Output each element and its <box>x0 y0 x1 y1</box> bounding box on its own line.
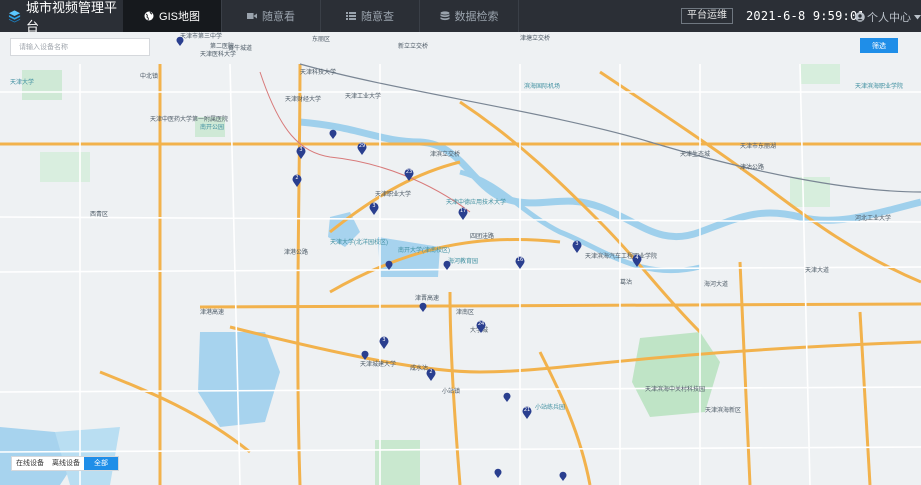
map-park-area <box>632 332 720 417</box>
map-label: 新立立交桥 <box>398 44 429 50</box>
map-label: 天津滨海汽车工程职业学院 <box>585 254 658 260</box>
device-cluster-marker[interactable]: 3 <box>296 146 306 159</box>
map-label: 小站镇 <box>442 389 461 395</box>
map-label: 津沽公路 <box>740 165 765 171</box>
map-label: 天津市第三中学 <box>180 34 223 40</box>
user-menu-label: 个人中心 <box>867 12 911 24</box>
map-label: 天津市东丽湖 <box>740 144 777 150</box>
map-label: 天津科技大学 <box>300 70 337 76</box>
list-icon <box>346 12 356 20</box>
tab-data-retrieval[interactable]: 数据检索 <box>420 0 519 32</box>
app-logo-icon <box>8 10 21 23</box>
filter-all-devices[interactable]: 全部 <box>84 457 118 470</box>
map-label: 小站练兵园 <box>535 405 566 411</box>
device-cluster-marker[interactable]: 17 <box>458 207 468 220</box>
app-title: 城市视频管理平台 <box>26 0 118 34</box>
map-label: 海河教育园 <box>448 259 479 265</box>
user-center-menu[interactable]: 个人中心 <box>855 9 921 25</box>
device-cluster-marker[interactable]: 21 <box>522 406 532 419</box>
device-cluster-marker[interactable]: 23 <box>404 168 414 181</box>
device-status-filter: 在线设备 离线设备 全部 <box>11 456 119 471</box>
map-label: 天津财经大学 <box>285 97 322 103</box>
tab-free-search[interactable]: 随意查 <box>321 0 420 32</box>
map-park-area <box>40 152 90 182</box>
device-marker-icon[interactable] <box>328 127 338 140</box>
map-label: 天津生态城 <box>680 152 711 158</box>
map-label: 津港高速 <box>200 310 225 316</box>
filter-button[interactable]: 筛选 <box>860 38 898 53</box>
device-marker-icon[interactable] <box>442 258 452 271</box>
video-camera-icon <box>247 13 257 19</box>
filter-offline-devices[interactable]: 离线设备 <box>48 457 84 470</box>
device-cluster-marker[interactable]: 4 <box>632 254 642 267</box>
top-navigation-bar: 城市视频管理平台 GIS地图 随意看 随意查 数据检索 平台运维 2021-6-… <box>0 0 921 34</box>
device-marker-icon[interactable] <box>175 34 185 47</box>
globe-icon <box>144 11 154 21</box>
map-label: 天津大学 <box>10 80 35 86</box>
device-marker-icon[interactable] <box>558 469 568 482</box>
map-label: 天津滨海新区 <box>705 408 742 414</box>
device-cluster-marker[interactable]: 24 <box>476 320 486 333</box>
map-label: 天津职业大学 <box>375 192 412 198</box>
platform-ops-button[interactable]: 平台运维 <box>681 8 733 24</box>
tab-label: 数据检索 <box>454 11 499 23</box>
device-marker-icon[interactable] <box>384 258 394 271</box>
tab-label: GIS地图 <box>159 11 200 23</box>
device-search-input[interactable] <box>10 38 150 56</box>
map-label: 天津大道 <box>805 268 830 274</box>
device-cluster-marker[interactable]: 3 <box>379 336 389 349</box>
map-label: 海河大道 <box>704 282 729 288</box>
map-highways <box>0 63 921 485</box>
map-label: 四团洼路 <box>470 234 495 240</box>
map-label: 南开大学(津南校区) <box>398 248 450 254</box>
current-datetime: 2021-6-8 9:59:01 <box>746 9 865 23</box>
map-label: 滨海国际机场 <box>524 84 561 90</box>
map-label: 葛沽 <box>620 280 633 286</box>
device-cluster-marker[interactable]: 16 <box>515 256 525 269</box>
map-label: 天津滨海职业学院 <box>855 84 904 90</box>
map-park-area <box>790 177 830 207</box>
map-label: 天津工业大学 <box>345 94 382 100</box>
map-label: 天津城建大学 <box>360 362 397 368</box>
map-label: 天津大学(北洋园校区) <box>330 240 388 246</box>
tab-gis-map[interactable]: GIS地图 <box>123 0 222 32</box>
device-cluster-marker[interactable]: 3 <box>572 240 582 253</box>
device-marker-icon[interactable] <box>502 390 512 403</box>
device-cluster-marker[interactable]: 2 <box>292 174 302 187</box>
map-label: 津滨立交桥 <box>430 152 461 158</box>
map-label: 西青区 <box>90 212 109 218</box>
device-marker-icon[interactable] <box>418 300 428 313</box>
device-cluster-marker[interactable]: 3 <box>369 202 379 215</box>
tab-label: 随意查 <box>361 11 394 23</box>
chevron-down-icon <box>914 14 921 19</box>
map-label: 津塘立交桥 <box>520 36 551 42</box>
map-label: 中北镇 <box>140 74 159 80</box>
map-park-area <box>800 64 840 84</box>
app-brand[interactable]: 城市视频管理平台 <box>0 0 123 34</box>
map-label: 东丽区 <box>312 37 331 43</box>
database-icon <box>440 11 449 21</box>
device-cluster-marker[interactable]: 2 <box>426 368 436 381</box>
gis-map[interactable]: 天津市第三中学 第二医院 天津医科大学 黄牛城道 东丽区 新立立交桥 津塘立交桥… <box>0 32 921 485</box>
map-local-roads <box>0 63 921 485</box>
map-label: 津南区 <box>456 310 475 316</box>
map-label: 津港公路 <box>284 250 309 256</box>
map-label: 天津中德应用技术大学 <box>446 200 507 206</box>
map-label: 河北工业大学 <box>855 216 892 222</box>
map-label: 天津医科大学 <box>200 52 237 58</box>
device-marker-icon[interactable] <box>360 348 370 361</box>
map-label: 南开公园 <box>200 125 225 131</box>
filter-online-devices[interactable]: 在线设备 <box>12 457 48 470</box>
device-marker-icon[interactable] <box>493 466 503 479</box>
map-label: 黄牛城道 <box>228 46 253 52</box>
map-label: 天津中医药大学第一附属医院 <box>150 117 229 123</box>
map-label: 天津滨海中关村科技园 <box>645 387 706 393</box>
user-icon <box>855 12 865 22</box>
map-park-area <box>375 440 420 485</box>
device-cluster-marker[interactable]: 29 <box>357 142 367 155</box>
tab-label: 随意看 <box>262 11 295 23</box>
tab-free-view[interactable]: 随意看 <box>222 0 321 32</box>
